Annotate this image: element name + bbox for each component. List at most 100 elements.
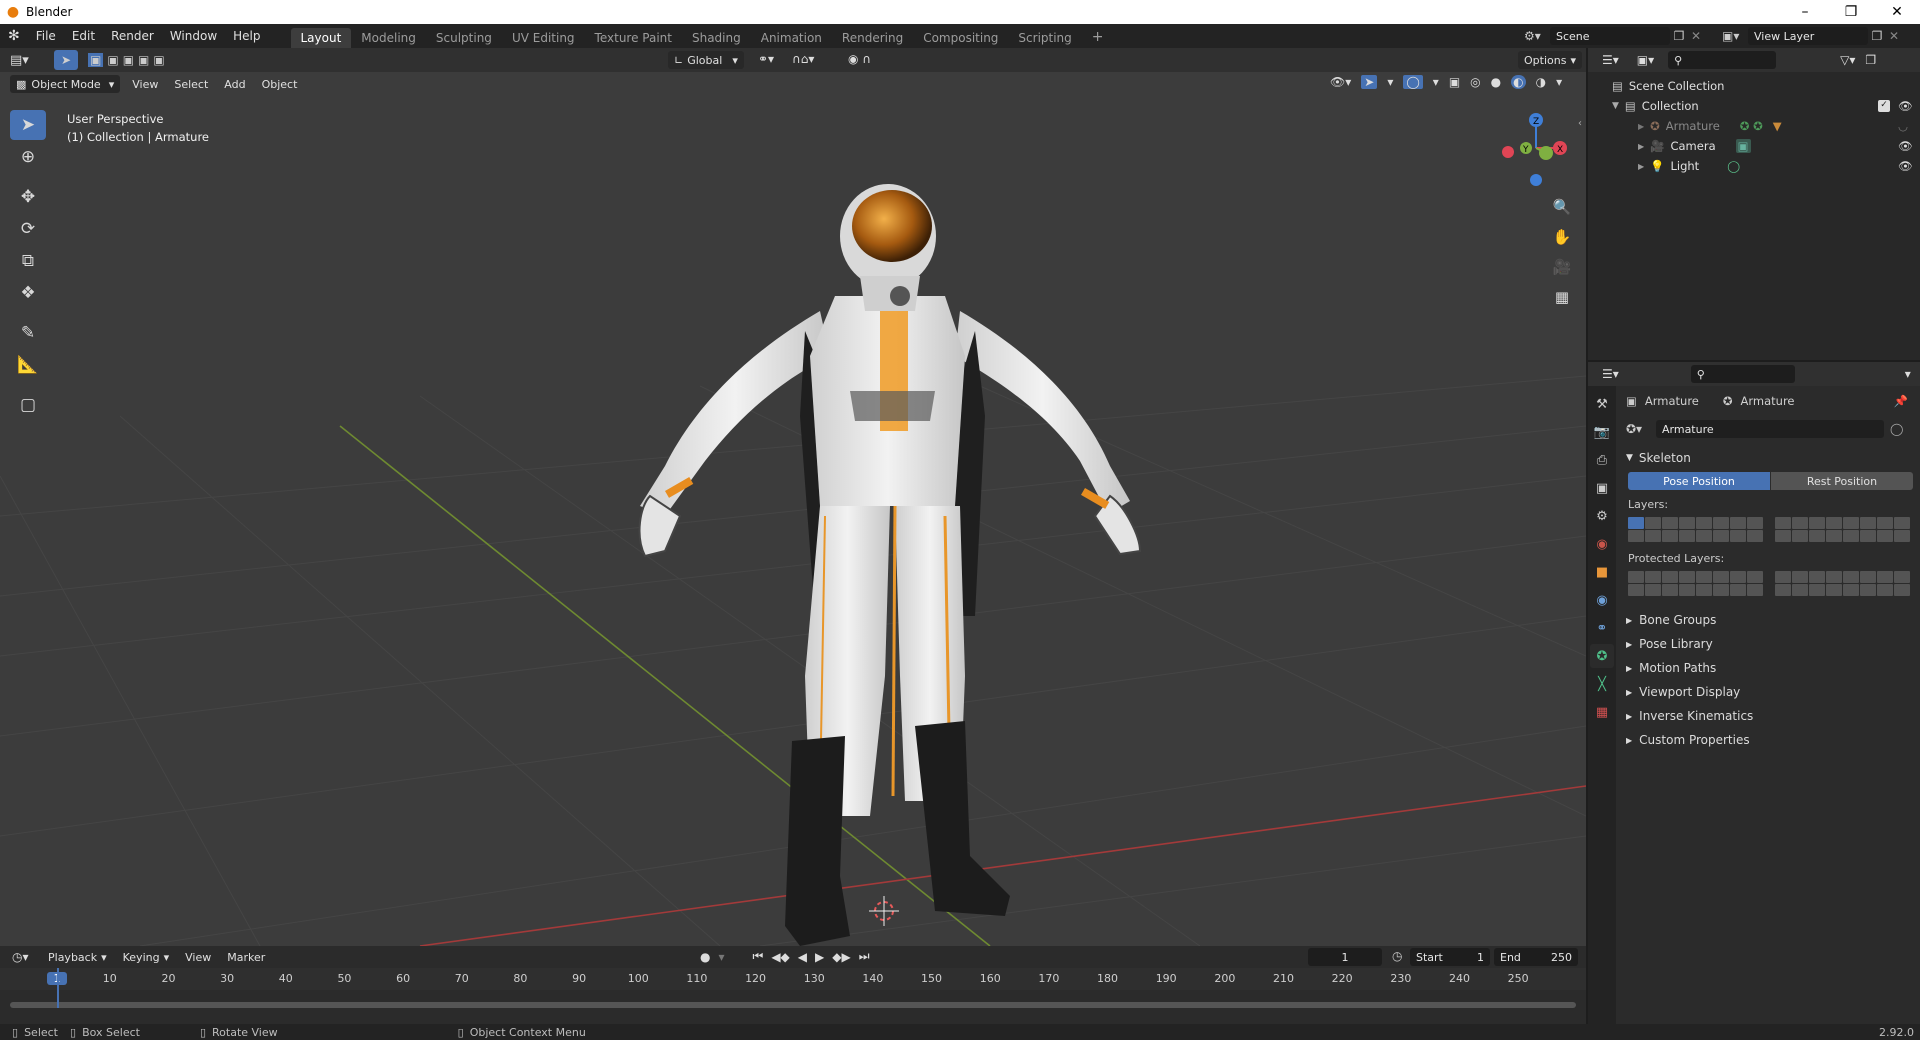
wireframe-shading-icon[interactable]: ◎	[1470, 75, 1480, 89]
tab-compositing[interactable]: Compositing	[913, 28, 1008, 48]
pan-hand-icon[interactable]: ✋	[1549, 224, 1575, 250]
view-layer-icon[interactable]: ▣▾	[1722, 29, 1748, 43]
scene-field[interactable]: Scene	[1550, 27, 1670, 45]
expand-arrow-icon[interactable]: ▶	[1638, 162, 1644, 171]
options-dropdown[interactable]: Options ▾	[1518, 51, 1582, 69]
rendered-shading-icon[interactable]: ◑	[1536, 75, 1546, 89]
tab-uv-editing[interactable]: UV Editing	[502, 28, 585, 48]
object-tab-icon[interactable]: ■	[1590, 560, 1614, 584]
editor-type-icon[interactable]: ▤▾	[10, 53, 40, 68]
close-icon[interactable]: ✕	[1874, 0, 1920, 24]
scene-collection-row[interactable]: ▤ Scene Collection	[1588, 76, 1920, 96]
play-icon[interactable]: ▶	[815, 950, 824, 964]
menu-file[interactable]: File	[28, 29, 64, 43]
view-layer-field[interactable]: View Layer	[1748, 27, 1868, 45]
visibility-icon[interactable]: 👁▾	[1330, 75, 1351, 89]
xray-icon[interactable]: ▣	[1449, 75, 1460, 89]
light-data-icon[interactable]: ◯	[1727, 159, 1740, 173]
perspective-grid-icon[interactable]: ▦	[1549, 284, 1575, 310]
timeline-editor-type-icon[interactable]: ◷▾	[12, 950, 42, 964]
layer-buttons-right[interactable]	[1775, 517, 1910, 542]
scene-tab-icon[interactable]: ⚙	[1590, 504, 1614, 528]
visibility-eye-icon[interactable]: 👁	[1898, 159, 1913, 173]
rest-position-button[interactable]: Rest Position	[1771, 472, 1913, 490]
add-workspace-button[interactable]: +	[1082, 26, 1114, 48]
protected-layers-grid[interactable]	[1620, 571, 1916, 596]
current-frame-field[interactable]: 1	[1308, 948, 1382, 966]
tab-layout[interactable]: Layout	[290, 28, 352, 48]
rotate-tool-icon[interactable]: ⟳	[10, 214, 46, 244]
skeleton-panel-header[interactable]: ▼ Skeleton	[1620, 446, 1916, 470]
timeline-menu-playback[interactable]: Playback ▾	[42, 948, 113, 966]
timeline-menu-marker[interactable]: Marker	[221, 948, 271, 966]
collection-row[interactable]: ▼ ▤ Collection ✓ 👁	[1588, 96, 1920, 116]
hidden-eye-icon[interactable]: ◡	[1898, 119, 1908, 133]
annotate-tool-icon[interactable]: ✎	[10, 318, 46, 348]
outliner-editor-type-icon[interactable]: ☰▾	[1602, 53, 1619, 67]
play-reverse-icon[interactable]: ◀	[798, 950, 807, 964]
menu-edit[interactable]: Edit	[64, 29, 103, 43]
camera-data-icon[interactable]: ▣	[1735, 139, 1751, 153]
exclude-checkbox[interactable]: ✓	[1878, 100, 1890, 112]
pose-position-button[interactable]: Pose Position	[1628, 472, 1770, 490]
panel-custom-properties[interactable]: ▶ Custom Properties	[1620, 728, 1916, 752]
outliner-item-camera[interactable]: ▶ 🎥 Camera ▣ 👁	[1588, 136, 1920, 156]
timeline-ruler[interactable]: 1102030405060708090100110120130140150160…	[0, 968, 1586, 990]
scale-tool-icon[interactable]: ⧉	[10, 246, 46, 276]
3d-viewport[interactable]: ▤▾ ➤ ▣ ▣ ▣ ▣ ▣ ∟ Global ▾ ⚭▾ ∩⌂▾ ◉ ∩ Options ▾ …	[0, 48, 1586, 946]
properties-options-icon[interactable]: ▾	[1905, 367, 1911, 381]
select-box-tool-icon[interactable]: ➤	[10, 110, 46, 140]
armature-data-icon[interactable]: ✪ ✪	[1740, 119, 1763, 133]
blender-menu-icon[interactable]: ✻	[0, 28, 28, 44]
camera-view-icon[interactable]: 🎥	[1549, 254, 1575, 280]
visibility-eye-icon[interactable]: 👁	[1898, 139, 1913, 153]
outliner-item-armature[interactable]: ▶ ✪ Armature ✪ ✪ ▼ ◡	[1588, 116, 1920, 136]
measure-tool-icon[interactable]: 📐	[10, 350, 46, 380]
new-collection-icon[interactable]: ❐	[1865, 53, 1876, 67]
menu-window[interactable]: Window	[162, 29, 225, 43]
overlay-toggle-icon[interactable]: ◯	[1403, 75, 1423, 89]
texture-tab-icon[interactable]: ▦	[1590, 700, 1614, 724]
start-frame-field[interactable]: Start 1	[1410, 948, 1490, 966]
tab-scripting[interactable]: Scripting	[1008, 28, 1081, 48]
visibility-eye-icon[interactable]: 👁	[1898, 99, 1913, 113]
tab-modeling[interactable]: Modeling	[351, 28, 426, 48]
properties-search-input[interactable]: ⚲	[1690, 365, 1795, 383]
outliner-search-input[interactable]: ⚲	[1668, 51, 1777, 69]
scene-icon[interactable]: ⚙▾	[1524, 29, 1550, 43]
pin-icon[interactable]: 📌	[1894, 394, 1908, 408]
playhead-line[interactable]	[57, 968, 59, 1008]
panel-pose-library[interactable]: ▶ Pose Library	[1620, 632, 1916, 656]
display-mode-icon[interactable]: ▣▾	[1637, 53, 1654, 67]
constraints-tab-icon[interactable]: ⚭	[1590, 616, 1614, 640]
armature-browse-icon[interactable]: ✪▾	[1626, 422, 1656, 436]
prev-keyframe-icon[interactable]: ◀◆	[771, 950, 789, 964]
material-shading-icon[interactable]: ◐	[1511, 75, 1526, 89]
solid-shading-icon[interactable]: ●	[1491, 75, 1501, 89]
move-tool-icon[interactable]: ✥	[10, 182, 46, 212]
panel-bone-groups[interactable]: ▶ Bone Groups	[1620, 608, 1916, 632]
select-mode-icons[interactable]: ▣ ▣ ▣ ▣ ▣	[88, 53, 165, 67]
armature-name-field[interactable]: Armature	[1656, 420, 1884, 438]
add-cube-tool-icon[interactable]: ▢	[10, 390, 46, 420]
tab-texture-paint[interactable]: Texture Paint	[585, 28, 682, 48]
viewport-menu-select[interactable]: Select	[166, 78, 216, 91]
menu-render[interactable]: Render	[103, 29, 162, 43]
world-tab-icon[interactable]: ◉	[1590, 532, 1614, 556]
proportional-edit-icon[interactable]: ◉ ∩	[848, 52, 871, 66]
snap-icon[interactable]: ∩⌂▾	[792, 52, 814, 66]
panel-viewport-display[interactable]: ▶ Viewport Display	[1620, 680, 1916, 704]
panel-motion-paths[interactable]: ▶ Motion Paths	[1620, 656, 1916, 680]
armature-data-tab-icon[interactable]: ✪	[1590, 644, 1614, 668]
new-view-layer-icon[interactable]: ❐	[1868, 29, 1886, 43]
transform-tool-icon[interactable]: ❖	[10, 278, 46, 308]
viewport-menu-add[interactable]: Add	[216, 78, 253, 91]
filter-icon[interactable]: ▽▾	[1840, 53, 1855, 67]
viewport-menu-object[interactable]: Object	[254, 78, 306, 91]
preview-range-icon[interactable]: ◷	[1392, 949, 1402, 963]
timeline-menu-keying[interactable]: Keying ▾	[117, 948, 175, 966]
next-keyframe-icon[interactable]: ◆▶	[832, 950, 850, 964]
outliner-item-light[interactable]: ▶ 💡 Light ◯ 👁	[1588, 156, 1920, 176]
timeline-track-area[interactable]	[0, 968, 1586, 1012]
protected-layer-buttons-left[interactable]	[1628, 571, 1763, 596]
